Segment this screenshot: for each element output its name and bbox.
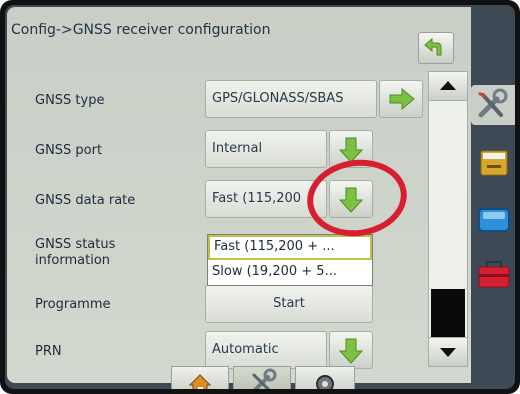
config-panel: Config->GNSS receiver configuration GNSS… [7,7,471,383]
side-tab-console[interactable] [473,143,513,183]
toolbox-icon [478,261,510,288]
display-icon [478,208,510,232]
gnss-port-field[interactable]: Internal [205,130,327,168]
dropdown-option-fast[interactable]: Fast (115,200 + ... [208,235,372,260]
bottom-tab-gnss[interactable] [295,366,355,389]
page-title: Config->GNSS receiver configuration [11,22,271,38]
gnss-status-label: GNSS status information [35,237,116,268]
bottom-tab-home[interactable] [171,366,229,389]
gnss-type-field[interactable]: GPS/GLONASS/SBAS [205,80,377,118]
screen: Config->GNSS receiver configuration GNSS… [5,5,515,389]
down-arrow-icon [338,338,364,364]
bottom-tab-tools[interactable] [233,366,291,389]
side-tab-tools[interactable] [471,85,515,125]
gnss-data-rate-label: GNSS data rate [35,193,136,208]
scrollbar-thumb[interactable] [431,289,465,341]
data-rate-dropdown: Fast (115,200 + ... Slow (19,200 + 5... [207,234,373,286]
gnss-type-label: GNSS type [35,93,105,108]
prn-select-button[interactable] [329,331,373,369]
gnss-port-label: GNSS port [35,143,103,158]
prn-field[interactable]: Automatic [205,331,327,369]
side-tab-toolbox[interactable] [473,253,513,293]
dropdown-option-slow[interactable]: Slow (19,200 + 5... [208,260,372,285]
back-arrow-icon [424,37,442,56]
tools-icon [252,368,277,389]
scroll-up-button[interactable] [428,71,468,101]
gnss-type-next-button[interactable] [379,80,423,118]
triangle-up-icon [440,81,456,90]
prn-label: PRN [35,344,62,359]
tools-icon [478,88,508,118]
console-icon [480,150,508,176]
home-icon [188,374,212,389]
gnss-antenna-icon [316,375,334,389]
programme-start-button[interactable]: Start [205,285,373,323]
scroll-down-button[interactable] [428,337,468,367]
back-button[interactable] [418,32,454,64]
triangle-down-icon [440,348,456,357]
programme-label: Programme [35,297,111,312]
side-tab-display[interactable] [473,199,513,239]
right-arrow-icon [389,87,415,111]
